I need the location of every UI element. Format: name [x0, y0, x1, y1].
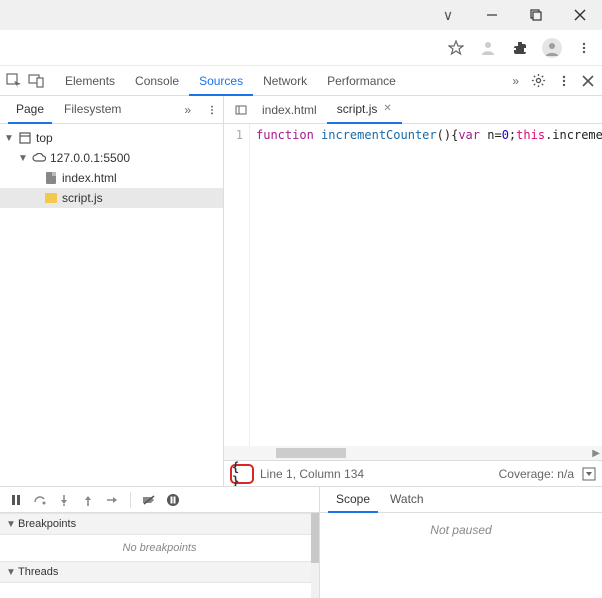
- navigator-more-icon[interactable]: »: [178, 103, 197, 117]
- coverage-indicator: Coverage: n/a: [499, 467, 574, 481]
- tab-elements[interactable]: Elements: [55, 66, 125, 96]
- horizontal-scrollbar[interactable]: ▶: [224, 446, 602, 460]
- navigator-tabs: Page Filesystem »: [0, 96, 223, 124]
- tree-label: index.html: [62, 171, 117, 185]
- profile-avatar-icon[interactable]: [542, 38, 562, 58]
- devtools-tabbar: Elements Console Sources Network Perform…: [0, 66, 602, 96]
- scrollbar-thumb[interactable]: [311, 513, 319, 563]
- tab-scope[interactable]: Scope: [328, 487, 378, 513]
- debugger-right: Scope Watch Not paused: [320, 487, 602, 598]
- editor-tab-index[interactable]: index.html: [252, 96, 327, 124]
- not-paused-message: Not paused: [320, 513, 602, 598]
- close-button[interactable]: [558, 0, 602, 30]
- editor-tabbar: index.html script.js ✕: [224, 96, 602, 124]
- tab-console[interactable]: Console: [125, 66, 189, 96]
- more-tabs-icon[interactable]: »: [512, 74, 519, 88]
- deactivate-breakpoints-icon[interactable]: [141, 492, 157, 508]
- navigator-tab-page[interactable]: Page: [8, 96, 52, 124]
- tree-label: 127.0.0.1:5500: [50, 151, 130, 165]
- scrollbar-thumb[interactable]: [276, 448, 346, 458]
- navigator-menu-icon[interactable]: [201, 105, 223, 115]
- vertical-scrollbar[interactable]: [311, 513, 319, 598]
- editor-statusbar: { } Line 1, Column 134 Coverage: n/a: [224, 460, 602, 486]
- editor-tab-script[interactable]: script.js ✕: [327, 96, 402, 124]
- close-icon[interactable]: ✕: [383, 103, 391, 114]
- line-gutter: 1: [224, 124, 250, 446]
- tree-node-script[interactable]: script.js: [0, 188, 223, 208]
- inspect-element-icon[interactable]: [6, 73, 22, 89]
- scroll-right-icon[interactable]: ▶: [592, 448, 600, 459]
- editor-tab-label: index.html: [262, 103, 317, 117]
- tree-label: top: [36, 131, 53, 145]
- navigator-panel: Page Filesystem » ▼ top ▼ 127.0.0.1:5500: [0, 96, 224, 486]
- cloud-icon: [32, 151, 46, 165]
- device-toggle-icon[interactable]: [28, 73, 44, 89]
- star-icon[interactable]: [446, 38, 466, 58]
- devtools-close-icon[interactable]: [582, 75, 594, 87]
- step-over-icon[interactable]: [32, 492, 48, 508]
- debugger-left: ▼Breakpoints No breakpoints ▼Threads: [0, 487, 320, 598]
- devtools-menu-icon[interactable]: [558, 75, 570, 87]
- browser-toolbar: [0, 30, 602, 66]
- breakpoints-section-header[interactable]: ▼Breakpoints: [0, 513, 319, 535]
- step-out-icon[interactable]: [80, 492, 96, 508]
- pause-icon[interactable]: [8, 492, 24, 508]
- threads-section-header[interactable]: ▼Threads: [0, 561, 319, 583]
- no-breakpoints-message: No breakpoints: [0, 535, 319, 561]
- code-editor[interactable]: 1 function incrementCounter(){var n=0;th…: [224, 124, 602, 446]
- file-icon: [44, 171, 58, 185]
- tab-performance[interactable]: Performance: [317, 66, 406, 96]
- tree-label: script.js: [62, 191, 103, 205]
- window-frame-icon: [18, 131, 32, 145]
- pause-on-exceptions-icon[interactable]: [165, 492, 181, 508]
- maximize-button[interactable]: [514, 0, 558, 30]
- tab-sources[interactable]: Sources: [189, 66, 253, 96]
- step-into-icon[interactable]: [56, 492, 72, 508]
- devtools: Elements Console Sources Network Perform…: [0, 66, 602, 598]
- show-drawer-icon[interactable]: [582, 467, 596, 481]
- chevron-down-icon[interactable]: ∨: [426, 0, 470, 30]
- tab-watch[interactable]: Watch: [382, 487, 432, 513]
- minimize-button[interactable]: [470, 0, 514, 30]
- folder-icon: [44, 191, 58, 205]
- pretty-print-button[interactable]: { }: [230, 464, 254, 484]
- profile-icon-small[interactable]: [478, 38, 498, 58]
- chrome-menu-icon[interactable]: [574, 38, 594, 58]
- code-line: function incrementCounter(){var n=0;this…: [250, 124, 602, 446]
- file-tree: ▼ top ▼ 127.0.0.1:5500 index.html script…: [0, 124, 223, 486]
- tree-node-host[interactable]: ▼ 127.0.0.1:5500: [0, 148, 223, 168]
- cursor-position: Line 1, Column 134: [260, 467, 364, 481]
- window-controls: ∨: [0, 0, 602, 30]
- tree-node-top[interactable]: ▼ top: [0, 128, 223, 148]
- scope-watch-tabs: Scope Watch: [320, 487, 602, 513]
- settings-gear-icon[interactable]: [531, 73, 546, 88]
- editor-panel: index.html script.js ✕ 1 function increm…: [224, 96, 602, 486]
- editor-nav-left-icon[interactable]: [230, 104, 252, 116]
- tree-node-index[interactable]: index.html: [0, 168, 223, 188]
- extensions-icon[interactable]: [510, 38, 530, 58]
- step-icon[interactable]: [104, 492, 120, 508]
- debugger-toolbar: [0, 487, 319, 513]
- debugger-panel: ▼Breakpoints No breakpoints ▼Threads Sco…: [0, 486, 602, 598]
- navigator-tab-filesystem[interactable]: Filesystem: [56, 96, 129, 124]
- tab-network[interactable]: Network: [253, 66, 317, 96]
- editor-tab-label: script.js: [337, 102, 378, 116]
